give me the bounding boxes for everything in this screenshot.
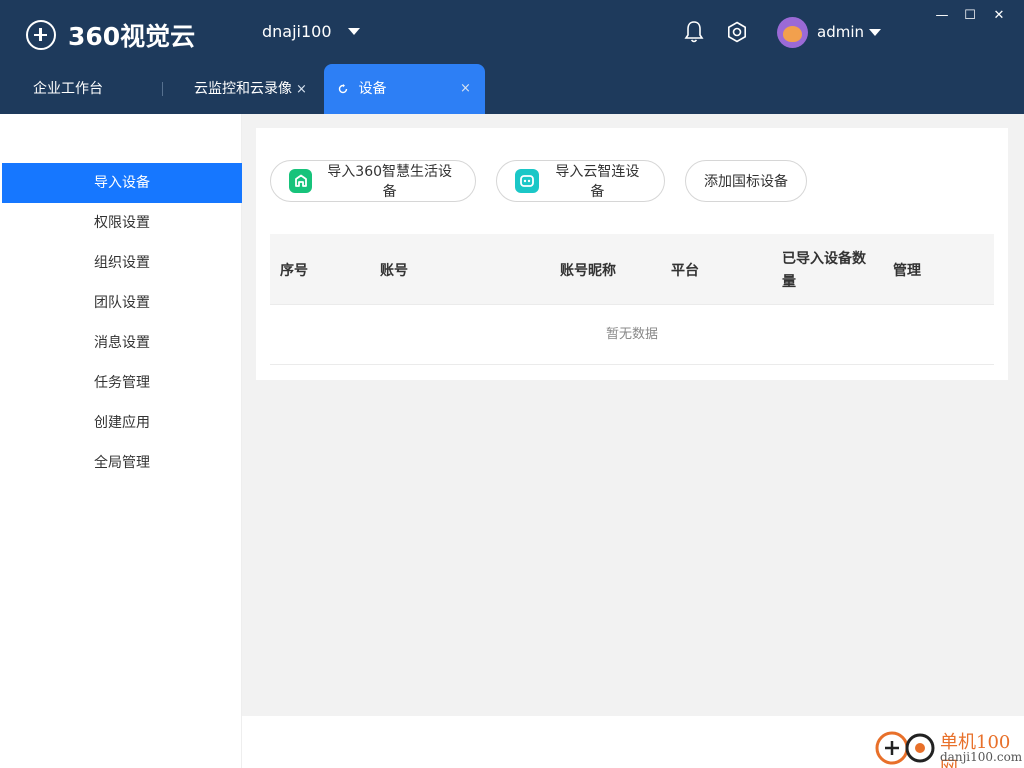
logo-plus-icon bbox=[26, 20, 56, 50]
tab-label: 云监控和云录像 bbox=[194, 81, 292, 97]
user-menu-chevron-icon[interactable] bbox=[869, 29, 881, 36]
sidebar-item-team[interactable]: 团队设置 bbox=[2, 283, 242, 323]
user-name[interactable]: admin bbox=[817, 23, 864, 41]
button-label: 导入360智慧生活设备 bbox=[327, 164, 453, 200]
tab-bar: 企业工作台 云监控和云录像 × 设备 × bbox=[0, 64, 1024, 114]
column-header-nickname: 账号昵称 bbox=[560, 263, 616, 279]
chevron-down-icon bbox=[347, 28, 360, 35]
sidebar-item-create-app[interactable]: 创建应用 bbox=[2, 403, 242, 443]
sidebar-item-import-devices[interactable]: 导入设备 bbox=[2, 163, 242, 203]
maximize-button[interactable]: ☐ bbox=[961, 8, 979, 23]
bell-icon[interactable] bbox=[684, 20, 704, 44]
refresh-icon bbox=[338, 84, 348, 94]
app-logo: 360视觉云 bbox=[26, 17, 195, 53]
minimize-button[interactable]: — bbox=[933, 8, 951, 23]
home-icon bbox=[289, 169, 313, 193]
column-header-imported-count: 已导入设备数 bbox=[782, 251, 866, 267]
close-window-button[interactable]: ✕ bbox=[990, 8, 1008, 23]
avatar[interactable] bbox=[777, 17, 808, 48]
column-header-imported-count-cont: 量 bbox=[782, 274, 796, 290]
import-360-devices-button[interactable]: 导入360智慧生活设备 bbox=[270, 160, 476, 202]
button-label: 导入云智连设备 bbox=[555, 164, 640, 200]
add-gb-device-button[interactable]: 添加国标设备 bbox=[685, 160, 807, 202]
account-name: dnaji100 bbox=[262, 22, 332, 41]
sidebar-item-organization[interactable]: 组织设置 bbox=[2, 243, 242, 283]
tab-cloud-monitor[interactable]: 云监控和云录像 × bbox=[194, 64, 307, 114]
logo-text: 360视觉云 bbox=[68, 22, 196, 51]
gear-icon[interactable] bbox=[726, 21, 748, 43]
column-header-platform: 平台 bbox=[671, 263, 699, 279]
tab-label: 设备 bbox=[358, 81, 387, 97]
sidebar-item-tasks[interactable]: 任务管理 bbox=[2, 363, 242, 403]
close-icon[interactable]: × bbox=[296, 82, 307, 97]
account-switcher[interactable]: dnaji100 bbox=[262, 22, 360, 41]
sidebar: 导入设备 权限设置 组织设置 团队设置 消息设置 任务管理 创建应用 全局管理 bbox=[0, 114, 242, 768]
tab-divider bbox=[162, 82, 163, 96]
sidebar-item-global[interactable]: 全局管理 bbox=[2, 443, 242, 483]
empty-state: 暂无数据 bbox=[270, 305, 994, 365]
table-header: 序号 账号 账号昵称 平台 已导入设备数 量 管理 bbox=[270, 234, 994, 304]
column-header-account: 账号 bbox=[380, 263, 408, 279]
sidebar-item-messages[interactable]: 消息设置 bbox=[2, 323, 242, 363]
column-header-index: 序号 bbox=[280, 263, 308, 279]
column-header-manage: 管理 bbox=[893, 263, 921, 279]
tab-devices[interactable]: 设备 × bbox=[324, 64, 485, 114]
title-bar: 360视觉云 dnaji100 admin — ☐ ✕ bbox=[0, 0, 1024, 64]
watermark-url: danji100.com bbox=[940, 750, 1023, 764]
tab-enterprise-workbench[interactable]: 企业工作台 bbox=[33, 64, 103, 114]
sidebar-item-permissions[interactable]: 权限设置 bbox=[2, 203, 242, 243]
import-cloud-devices-button[interactable]: 导入云智连设备 bbox=[496, 160, 665, 202]
watermark-icon bbox=[875, 731, 935, 765]
avatar-face bbox=[783, 26, 802, 42]
tab-label: 企业工作台 bbox=[33, 81, 103, 97]
robot-icon bbox=[515, 169, 539, 193]
close-icon[interactable]: × bbox=[460, 64, 471, 114]
